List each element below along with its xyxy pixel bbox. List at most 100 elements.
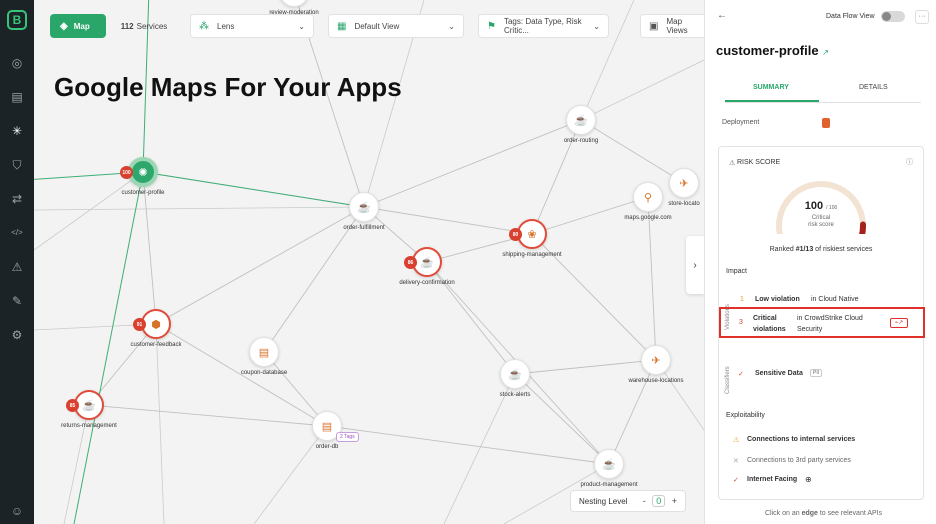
nav-alert-icon[interactable]: ⚠: [8, 258, 26, 276]
service-icon: ☕: [508, 368, 522, 381]
rank-suffix: of riskiest services: [813, 246, 873, 253]
service-map-canvas[interactable]: ◈ Map 112 Services ⁂ Lens ⌄ ▦ Default Vi…: [34, 0, 704, 524]
map-edge[interactable]: [363, 119, 582, 208]
node-label: maps.google.com: [624, 215, 672, 221]
data-flow-view-toggle[interactable]: [881, 11, 905, 22]
node-maps-google[interactable]: ⚲: [633, 182, 663, 212]
map-edge[interactable]: [608, 359, 657, 465]
more-options-icon[interactable]: ···: [915, 10, 929, 24]
tags-badge[interactable]: 2 Tags: [336, 432, 359, 442]
impact-heading: Impact: [726, 268, 748, 275]
risk-badge[interactable]: 80: [509, 228, 522, 241]
node-label: coupon-database: [240, 370, 288, 376]
node-label: warehouse-locations: [628, 378, 684, 384]
service-icon: ☕: [602, 458, 616, 471]
map-mode-button[interactable]: ◈ Map: [50, 14, 106, 38]
x-icon: ✕: [733, 458, 739, 465]
map-button-label: Map: [73, 21, 90, 31]
view-dropdown[interactable]: ▦ Default View ⌄: [328, 14, 464, 38]
nav-graph-icon[interactable]: ✳: [8, 122, 26, 140]
node-store-locator[interactable]: ✈: [669, 168, 699, 198]
brand-logo[interactable]: B: [7, 10, 27, 30]
node-label: customer-profile: [121, 190, 165, 196]
data-flow-edge[interactable]: [73, 171, 144, 524]
service-detail-panel: ← Data Flow View ··· customer-profile ↗ …: [704, 0, 936, 524]
tab-divider: [725, 102, 921, 103]
service-icon: ☕: [357, 201, 371, 214]
nav-settings-icon[interactable]: ⚙: [8, 326, 26, 344]
map-icon: ◈: [60, 20, 68, 32]
rank-value: #1/13: [795, 246, 814, 253]
lens-label: Lens: [217, 21, 235, 31]
service-icon: ✈: [679, 177, 689, 190]
node-label: delivery-confirmation: [399, 280, 455, 286]
node-order-fulfillment[interactable]: ☕: [349, 192, 379, 222]
map-edge[interactable]: [253, 425, 328, 524]
map-edge[interactable]: [580, 59, 704, 121]
service-icon: ❀: [527, 228, 537, 241]
node-label: store-locato: [668, 201, 700, 207]
grid-icon: ▦: [337, 20, 347, 32]
chevron-down-icon: ⌄: [448, 21, 455, 31]
map-edge[interactable]: [514, 373, 610, 465]
left-nav-rail: B ◎ ▤ ✳ ⛉ ⇄ </> ⚠ ✎ ⚙ ☺: [0, 0, 34, 524]
node-stock-alerts[interactable]: ☕: [500, 359, 530, 389]
panel-title: customer-profile ↗: [716, 43, 829, 58]
aws-icon: [822, 118, 830, 128]
node-warehouse-locations[interactable]: ✈: [641, 345, 671, 375]
expand-panel-button[interactable]: ›: [686, 236, 704, 294]
risk-badge[interactable]: 85: [66, 399, 79, 412]
node-coupon-database[interactable]: ▤: [249, 337, 279, 367]
nesting-value[interactable]: 0: [652, 495, 666, 507]
nav-user-icon[interactable]: ☺: [8, 502, 26, 520]
crowdstrike-icon[interactable]: ⌁↗: [890, 318, 908, 328]
tab-details[interactable]: DETAILS: [859, 84, 888, 91]
node-product-management[interactable]: ☕: [594, 449, 624, 479]
nav-shield-icon[interactable]: ⛉: [8, 156, 26, 174]
exploitability-heading: Exploitability: [726, 412, 765, 419]
risk-badge[interactable]: 91: [133, 318, 146, 331]
exploit-internet-facing: Internet Facing: [747, 476, 798, 483]
map-edge[interactable]: [88, 323, 157, 406]
nesting-stepper: - 0 +: [643, 495, 677, 507]
risk-score-label: RISK SCORE: [737, 159, 781, 166]
nav-code-icon[interactable]: </>: [8, 224, 26, 242]
tags-dropdown[interactable]: ⚑ Tags: Data Type, Risk Critic... ⌄: [478, 14, 609, 38]
tab-summary[interactable]: SUMMARY: [753, 84, 789, 91]
node-label: customer-feedback: [130, 342, 182, 348]
risk-score-caption: Critical risk score: [791, 215, 851, 229]
risk-badge[interactable]: 86: [404, 256, 417, 269]
map-edge[interactable]: [34, 206, 365, 211]
nav-target-icon[interactable]: ◎: [8, 54, 26, 72]
globe-icon: ⊕: [805, 475, 812, 484]
map-edge[interactable]: [426, 261, 516, 375]
service-icon: ▤: [321, 420, 333, 433]
nesting-increase-button[interactable]: +: [672, 496, 677, 506]
service-icon: ☕: [82, 399, 96, 412]
risk-level: Critical: [811, 215, 831, 221]
map-edge[interactable]: [155, 323, 165, 524]
service-icon: ✈: [651, 354, 661, 367]
node-order-routing[interactable]: ☕: [566, 105, 596, 135]
risk-score-value: 100 / 100: [791, 200, 851, 212]
map-views-label: Map Views: [666, 17, 688, 35]
nav-transfer-icon[interactable]: ⇄: [8, 190, 26, 208]
node-label: product-management: [580, 482, 638, 488]
info-icon[interactable]: ⓘ: [906, 157, 913, 167]
map-edge[interactable]: [514, 359, 657, 375]
nesting-decrease-button[interactable]: -: [643, 496, 646, 506]
gauge-fill: [859, 221, 866, 234]
external-link-icon[interactable]: ↗: [822, 48, 829, 57]
classifiers-vertical-label: Classifiers: [725, 366, 731, 394]
critical-violation-source: in CrowdStrike Cloud Security: [797, 315, 863, 333]
map-edge[interactable]: [580, 119, 685, 184]
lens-dropdown[interactable]: ⁂ Lens ⌄: [190, 14, 314, 38]
nav-wand-icon[interactable]: ✎: [8, 292, 26, 310]
map-edge[interactable]: [34, 171, 144, 251]
nav-document-icon[interactable]: ▤: [8, 88, 26, 106]
risk-badge[interactable]: 100: [120, 166, 133, 179]
map-views-button[interactable]: ▣ Map Views: [640, 14, 704, 38]
back-arrow-icon[interactable]: ←: [717, 10, 727, 21]
map-edge[interactable]: [647, 196, 657, 361]
node-label: order-fulfillment: [343, 225, 385, 231]
